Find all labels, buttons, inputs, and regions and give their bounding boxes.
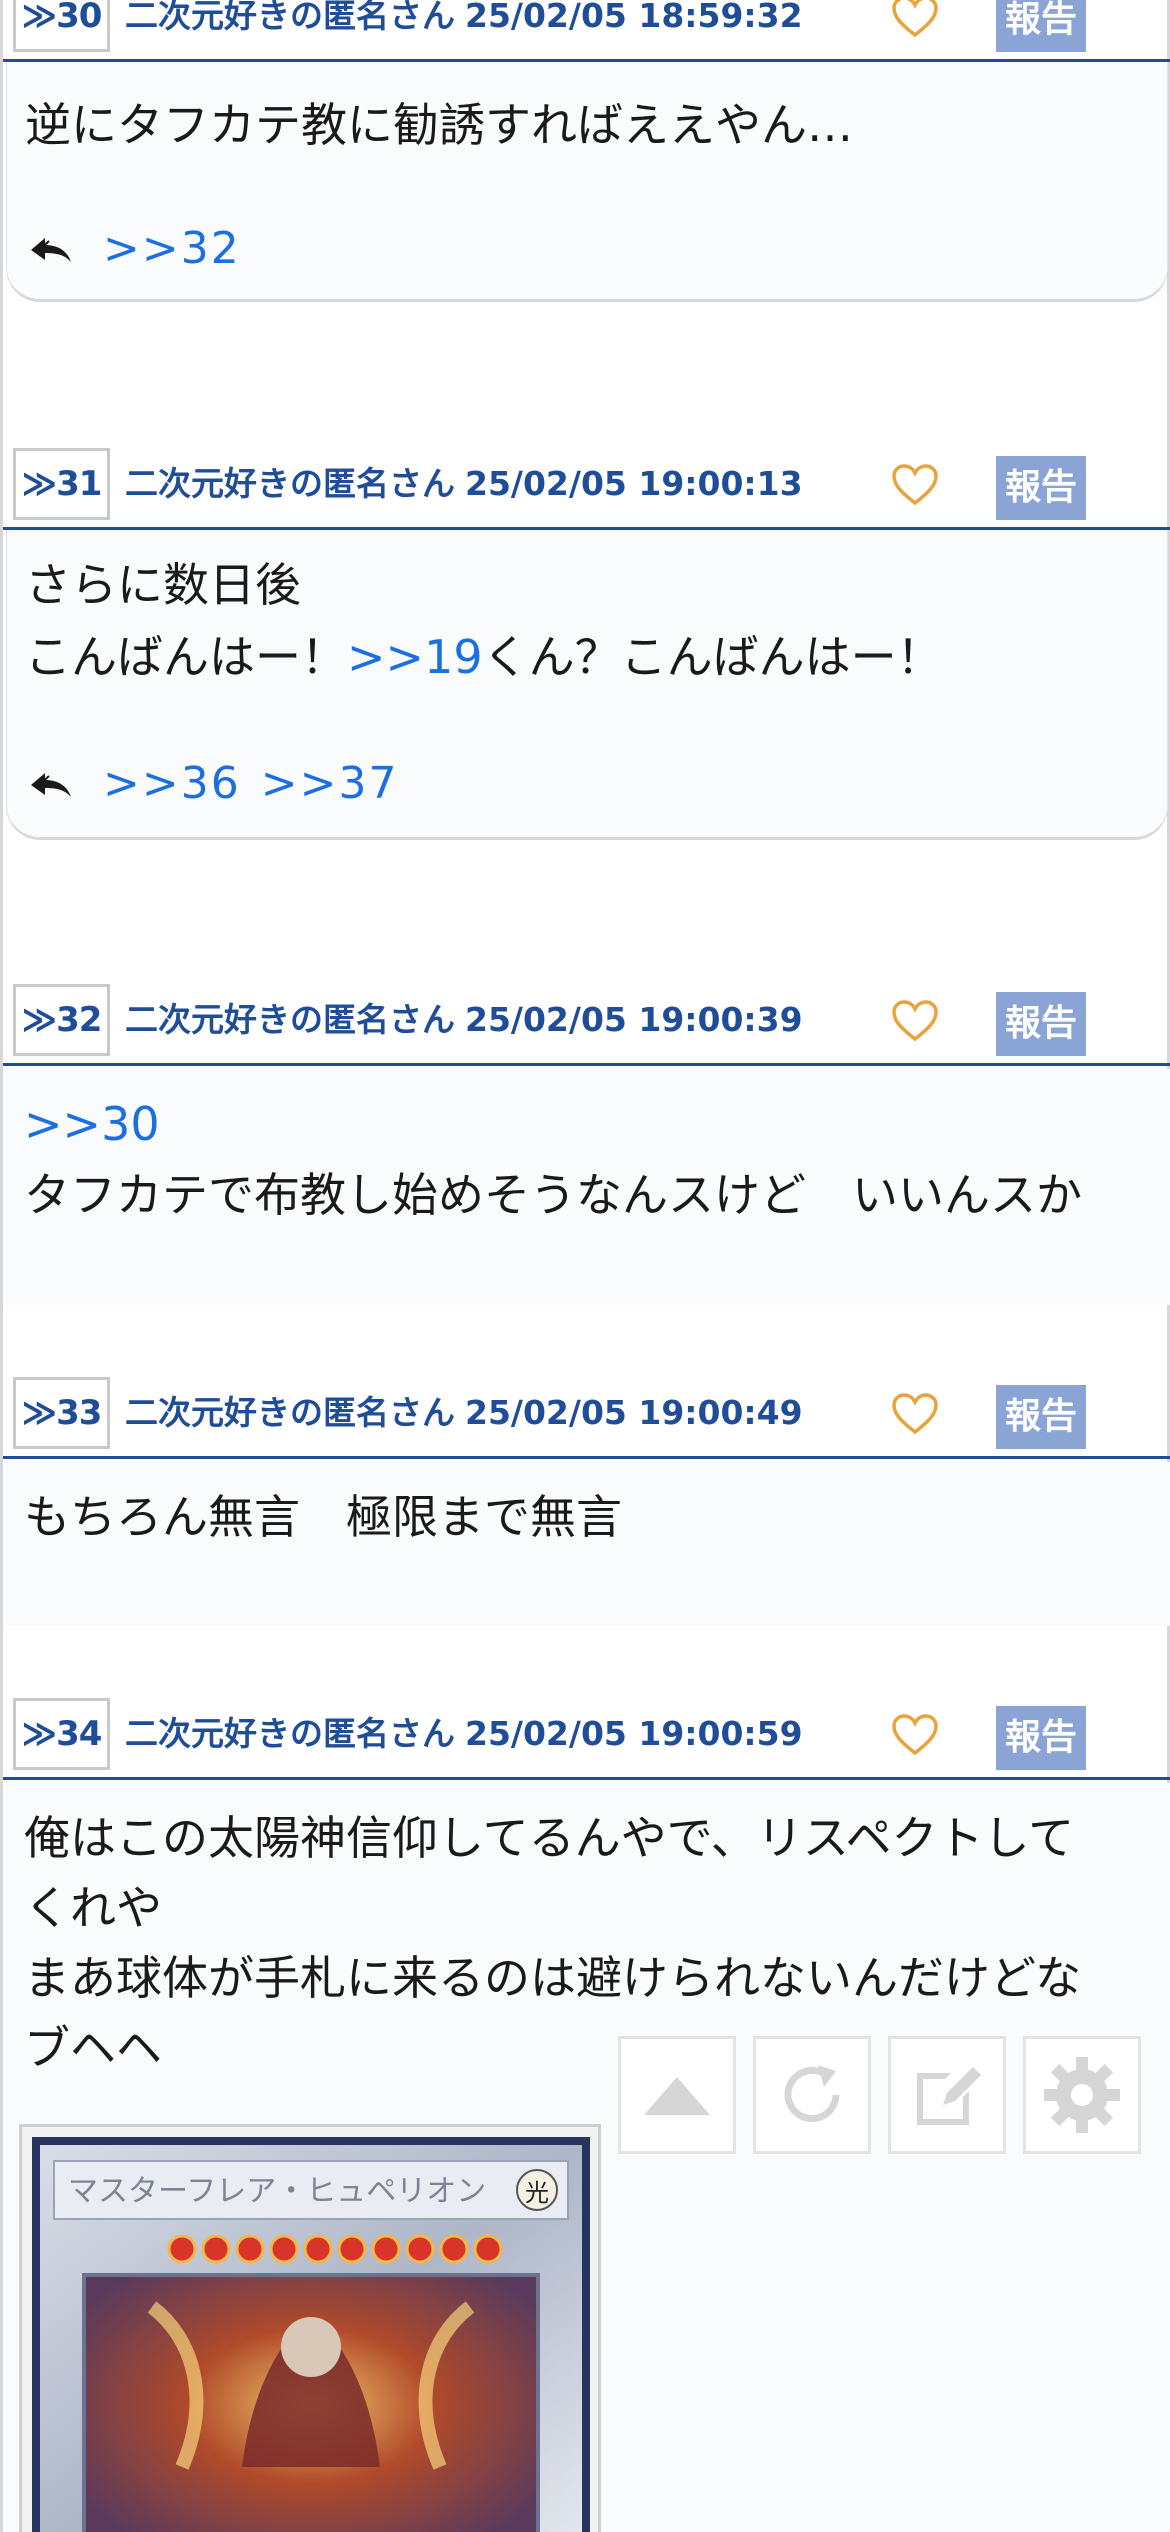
heart-icon[interactable] [891, 1000, 939, 1042]
anchor-link[interactable]: >>30 [24, 1089, 160, 1159]
post-number-button[interactable]: ≫31 [13, 448, 110, 520]
post-date: 25/02/05 19:00:49 [465, 1393, 803, 1432]
post-header: ≫34 二次元好きの匿名さん 25/02/05 19:00:59 報告 [3, 1688, 1170, 1780]
post-meta: 二次元好きの匿名さん 25/02/05 19:00:39 [125, 974, 803, 1066]
post-text: ブヘヘ [24, 2021, 162, 2075]
post-header: ≫31 二次元好きの匿名さん 25/02/05 19:00:13 報告 [3, 438, 1170, 530]
thread-page: ≫30 二次元好きの匿名さん 25/02/05 18:59:32 報告 逆にタフカ… [0, 0, 1170, 2532]
report-button[interactable]: 報告 [996, 1706, 1086, 1770]
post-body: もちろん無言 極限まで無言 [6, 1462, 1170, 1626]
header-divider [3, 1063, 1170, 1066]
post-text: さらに数日後 [25, 558, 301, 612]
reply-link[interactable]: >>36 [103, 758, 241, 809]
post-header: ≫32 二次元好きの匿名さん 25/02/05 19:00:39 報告 [3, 974, 1170, 1066]
post-meta: 二次元好きの匿名さん 25/02/05 19:00:59 [125, 1688, 803, 1780]
post-header: ≫33 二次元好きの匿名さん 25/02/05 19:00:49 報告 [3, 1367, 1170, 1459]
post-date: 25/02/05 19:00:39 [465, 1000, 803, 1039]
post-header: ≫30 二次元好きの匿名さん 25/02/05 18:59:32 報告 [3, 0, 1170, 62]
post-text: まあ球体が手札に来るのは避けられないんだけどな [24, 1951, 1082, 2005]
header-divider [3, 1777, 1170, 1780]
header-divider [3, 1456, 1170, 1459]
post-text: くれや [24, 1881, 162, 1935]
poster-name: 二次元好きの匿名さん [125, 1393, 455, 1432]
post-number-button[interactable]: ≫34 [13, 1698, 110, 1770]
scroll-top-icon [644, 2077, 710, 2115]
attached-image[interactable]: マスターフレア・ヒュペリオン 光 [19, 2124, 601, 2532]
reply-link[interactable]: >>37 [261, 758, 399, 809]
post-text: 逆にタフカテ教に勧誘すればええやん… [25, 98, 853, 152]
heart-icon[interactable] [891, 0, 939, 38]
post-body: 逆にタフカテ教に勧誘すればええやん… >>32 [6, 62, 1168, 302]
reply-arrow-icon [31, 773, 71, 797]
gear-icon [1044, 2057, 1120, 2133]
poster-name: 二次元好きの匿名さん [125, 1000, 455, 1039]
reply-links: >>36 >>37 [27, 753, 398, 813]
post-text: もちろん無言 極限まで無言 [24, 1490, 622, 1544]
reply-link[interactable]: >>32 [103, 223, 241, 274]
post-date: 25/02/05 19:00:59 [465, 1714, 803, 1753]
post-meta: 二次元好きの匿名さん 25/02/05 19:00:49 [125, 1367, 803, 1459]
poster-name: 二次元好きの匿名さん [125, 0, 455, 35]
report-button[interactable]: 報告 [996, 992, 1086, 1056]
write-post-button[interactable] [888, 2036, 1006, 2154]
post-date: 25/02/05 18:59:32 [465, 0, 803, 35]
poster-name: 二次元好きの匿名さん [125, 1714, 455, 1753]
card-image: マスターフレア・ヒュペリオン 光 [32, 2137, 590, 2532]
post-meta: 二次元好きの匿名さん 25/02/05 19:00:13 [125, 438, 803, 530]
reload-button[interactable] [753, 2036, 871, 2154]
reload-icon [784, 2065, 840, 2122]
post-text: 俺はこの太陽神信仰してるんやで、リスペクトして [24, 1811, 1075, 1865]
anchor-link[interactable]: >>19 [347, 630, 483, 684]
reply-links: >>32 [27, 218, 241, 278]
card-title-text: マスターフレア・ヒュペリオン [68, 2174, 486, 2209]
report-button[interactable]: 報告 [996, 456, 1086, 520]
report-button[interactable]: 報告 [996, 0, 1086, 52]
post-number-button[interactable]: ≫30 [13, 0, 110, 52]
edit-icon [917, 2067, 981, 2125]
card-attribute-text: 光 [525, 2179, 549, 2207]
post-meta: 二次元好きの匿名さん 25/02/05 18:59:32 [125, 0, 803, 62]
post-body: さらに数日後 こんばんはー！>>19くん？こんばんはー！ >>36 >>37 [6, 530, 1168, 840]
settings-button[interactable] [1023, 2036, 1141, 2154]
post-date: 25/02/05 19:00:13 [465, 464, 803, 503]
poster-name: 二次元好きの匿名さん [125, 464, 455, 503]
post-text: タフカテで布教し始めそうなんスけど いいんスか [24, 1168, 1082, 1222]
post-body: >>30 タフカテで布教し始めそうなんスけど いいんスか [6, 1069, 1170, 1305]
post-number-button[interactable]: ≫33 [13, 1377, 110, 1449]
post-number-button[interactable]: ≫32 [13, 984, 110, 1056]
scroll-top-button[interactable] [618, 2036, 736, 2154]
post-text: こんばんはー！>>19くん？こんばんはー！ [25, 630, 943, 684]
card-art: マスターフレア・ヒュペリオン 光 [32, 2137, 590, 2532]
report-button[interactable]: 報告 [996, 1385, 1086, 1449]
heart-icon[interactable] [891, 1393, 939, 1435]
heart-icon[interactable] [891, 1714, 939, 1756]
reply-arrow-icon [31, 238, 71, 262]
heart-icon[interactable] [891, 464, 939, 506]
